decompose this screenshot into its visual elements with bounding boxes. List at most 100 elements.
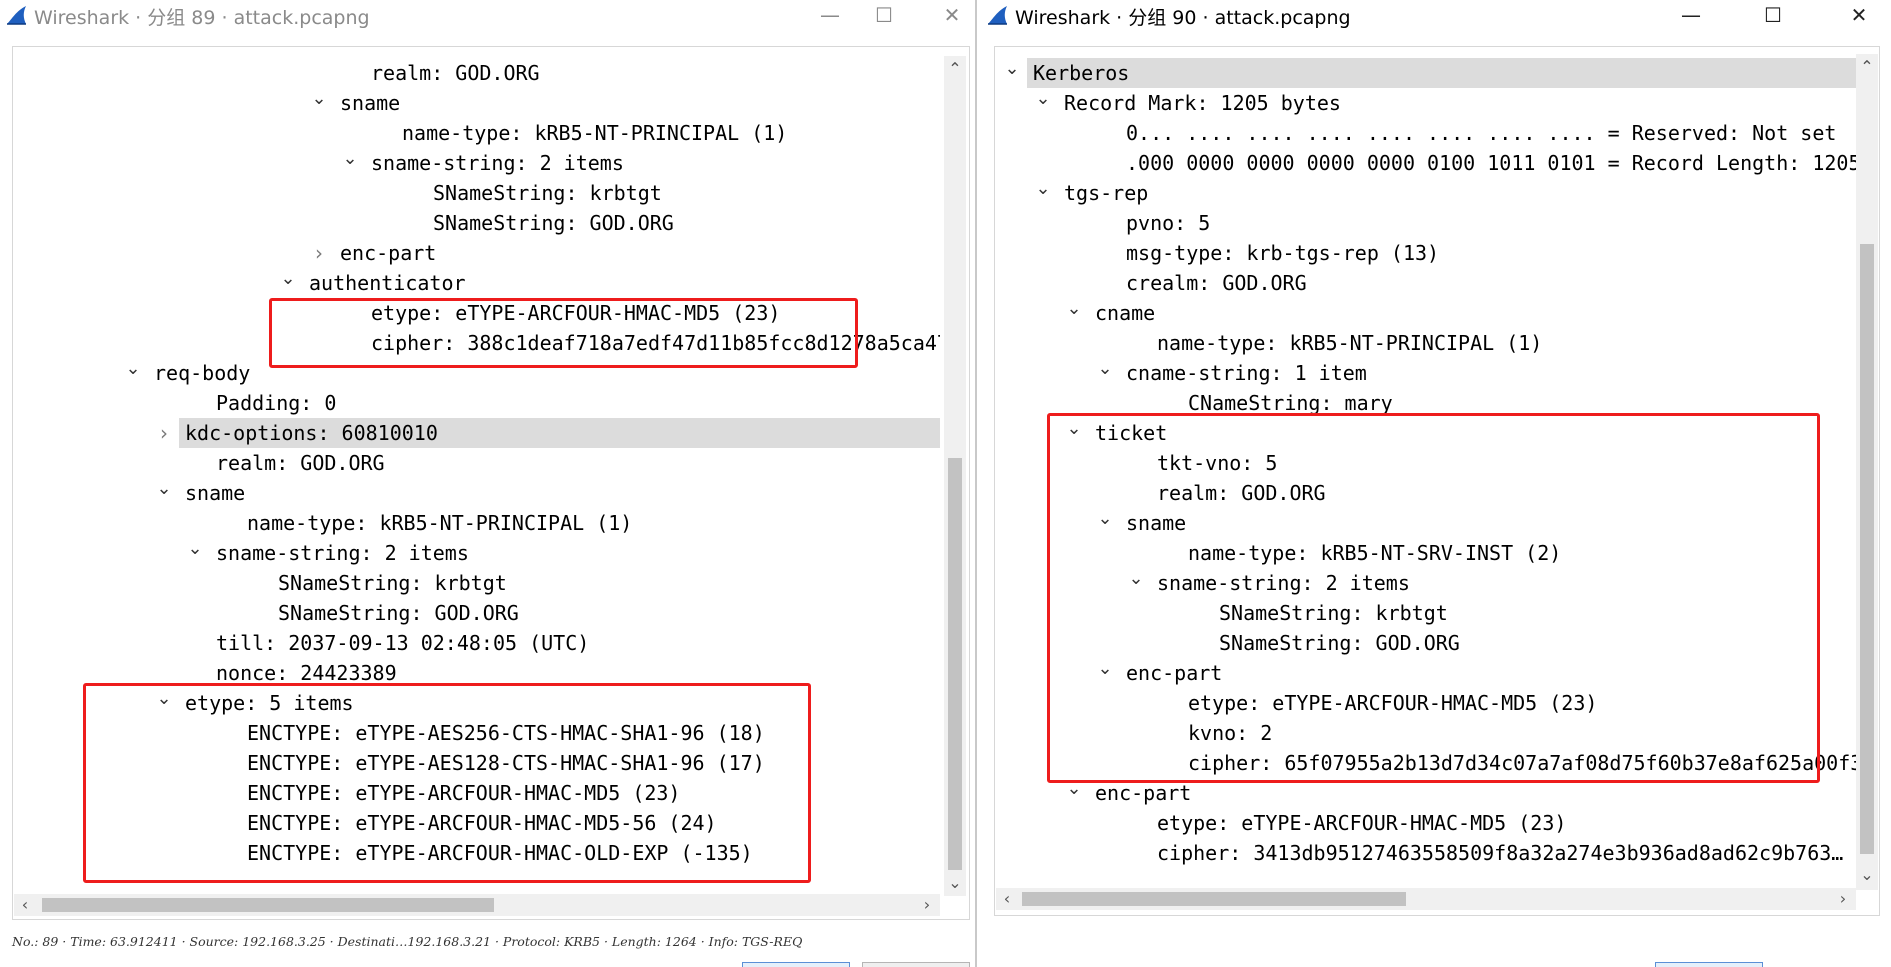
tree-row[interactable]: crealm: GOD.ORG <box>996 268 1856 298</box>
scroll-up-icon[interactable]: ⌃ <box>944 58 966 80</box>
tree-row[interactable]: ENCTYPE: eTYPE-ARCFOUR-HMAC-MD5-56 (24) <box>14 808 940 838</box>
tree-row[interactable]: SNameString: GOD.ORG <box>996 628 1856 658</box>
vertical-scroll-thumb[interactable] <box>948 458 962 870</box>
maximize-button[interactable]: ☐ <box>1751 2 1795 28</box>
chevron-down-icon[interactable]: ⌄ <box>1095 358 1115 388</box>
minimize-button[interactable]: — <box>808 2 852 28</box>
packet-details-tree[interactable]: realm: GOD.ORG ⌄ sname name-type: kRB5-NT-P… <box>14 48 940 894</box>
tree-row[interactable]: pvno: 5 <box>996 208 1856 238</box>
tree-row[interactable]: cipher: 388c1deaf718a7edf47d11b85fcc8d12… <box>14 328 940 358</box>
horizontal-scroll-thumb[interactable] <box>1022 892 1406 906</box>
tree-row[interactable]: ENCTYPE: eTYPE-AES256-CTS-HMAC-SHA1-96 (… <box>14 718 940 748</box>
scroll-left-icon[interactable]: ‹ <box>14 894 36 916</box>
tree-row[interactable]: ⌄ cname <box>996 298 1856 328</box>
tree-row[interactable]: etype: eTYPE-ARCFOUR-HMAC-MD5 (23) <box>996 808 1856 838</box>
chevron-down-icon[interactable]: ⌄ <box>1064 418 1084 448</box>
chevron-down-icon[interactable]: ⌄ <box>154 478 174 508</box>
tree-row[interactable]: 0... .... .... .... .... .... .... .... … <box>996 118 1856 148</box>
chevron-down-icon[interactable]: ⌄ <box>1095 658 1115 688</box>
chevron-down-icon[interactable]: ⌄ <box>1064 778 1084 808</box>
dialog-button-secondary[interactable] <box>862 962 970 967</box>
tree-row[interactable]: SNameString: krbtgt <box>14 178 940 208</box>
tree-row[interactable]: tkt-vno: 5 <box>996 448 1856 478</box>
horizontal-scrollbar[interactable]: ‹ › <box>14 894 940 916</box>
tree-row[interactable]: ⌄ sname-string: 2 items <box>996 568 1856 598</box>
vertical-scrollbar[interactable]: ⌃ ⌄ <box>1856 54 1878 890</box>
tree-row[interactable]: ⌄ etype: 5 items <box>14 688 940 718</box>
tree-row[interactable]: ENCTYPE: eTYPE-ARCFOUR-HMAC-MD5 (23) <box>14 778 940 808</box>
chevron-right-icon[interactable]: › <box>154 418 174 448</box>
tree-row[interactable]: ⌄ sname-string: 2 items <box>14 148 940 178</box>
maximize-button[interactable]: ☐ <box>862 2 906 28</box>
tree-row[interactable]: SNameString: GOD.ORG <box>14 598 940 628</box>
scroll-right-icon[interactable]: › <box>1832 888 1854 910</box>
minimize-button[interactable]: — <box>1669 2 1713 28</box>
vertical-scrollbar[interactable]: ⌃ ⌄ <box>944 56 966 896</box>
chevron-down-icon[interactable]: ⌄ <box>123 358 143 388</box>
tree-row[interactable]: ENCTYPE: eTYPE-ARCFOUR-HMAC-OLD-EXP (-13… <box>14 838 940 868</box>
packet-details-tree[interactable]: ⌄ Kerberos ⌄ Record Mark: 1205 bytes 0... ..… <box>996 48 1856 890</box>
tree-row[interactable]: Padding: 0 <box>14 388 940 418</box>
tree-row[interactable]: SNameString: krbtgt <box>996 598 1856 628</box>
tree-row[interactable]: etype: eTYPE-ARCFOUR-HMAC-MD5 (23) <box>996 688 1856 718</box>
chevron-down-icon[interactable]: ⌄ <box>340 148 360 178</box>
tree-row[interactable]: ⌄ sname <box>996 508 1856 538</box>
scroll-left-icon[interactable]: ‹ <box>996 888 1018 910</box>
tree-row[interactable]: realm: GOD.ORG <box>14 58 940 88</box>
chevron-down-icon[interactable]: ⌄ <box>1033 178 1053 208</box>
chevron-down-icon[interactable]: ⌄ <box>1095 508 1115 538</box>
chevron-down-icon[interactable]: ⌄ <box>1002 58 1022 88</box>
tree-row[interactable]: ⌄ enc-part <box>996 778 1856 808</box>
tree-row[interactable]: › enc-part <box>14 238 940 268</box>
tree-row[interactable]: nonce: 24423389 <box>14 658 940 688</box>
tree-row[interactable]: CNameString: mary <box>996 388 1856 418</box>
vertical-scroll-thumb[interactable] <box>1860 244 1874 854</box>
tree-row[interactable]: cipher: 65f07955a2b13d7d34c07a7af08d75f6… <box>996 748 1856 778</box>
tree-row[interactable]: name-type: kRB5-NT-PRINCIPAL (1) <box>14 508 940 538</box>
scroll-down-icon[interactable]: ⌄ <box>1856 864 1878 886</box>
tree-row[interactable]: ⌄ enc-part <box>996 658 1856 688</box>
tree-row[interactable]: name-type: kRB5-NT-PRINCIPAL (1) <box>996 328 1856 358</box>
tree-row[interactable]: name-type: kRB5-NT-PRINCIPAL (1) <box>14 118 940 148</box>
chevron-down-icon[interactable]: ⌄ <box>1126 568 1146 598</box>
chevron-down-icon[interactable]: ⌄ <box>1064 298 1084 328</box>
tree-row[interactable]: ⌄ Record Mark: 1205 bytes <box>996 88 1856 118</box>
dialog-button[interactable] <box>742 962 850 967</box>
scroll-up-icon[interactable]: ⌃ <box>1856 56 1878 78</box>
tree-row[interactable]: SNameString: GOD.ORG <box>14 208 940 238</box>
tree-row[interactable]: ⌄ tgs-rep <box>996 178 1856 208</box>
tree-row[interactable]: ⌄ ticket <box>996 418 1856 448</box>
tree-row[interactable]: realm: GOD.ORG <box>996 478 1856 508</box>
chevron-down-icon[interactable]: ⌄ <box>1033 88 1053 118</box>
horizontal-scroll-thumb[interactable] <box>42 898 494 912</box>
tree-row[interactable]: ⌄ Kerberos <box>1004 58 1856 88</box>
scroll-right-icon[interactable]: › <box>916 894 938 916</box>
chevron-down-icon[interactable]: ⌄ <box>154 688 174 718</box>
tree-row[interactable]: ⌄ req-body <box>14 358 940 388</box>
tree-row[interactable]: › kdc-options: 60810010 <box>160 418 940 448</box>
chevron-down-icon[interactable]: ⌄ <box>309 88 329 118</box>
scroll-down-icon[interactable]: ⌄ <box>944 872 966 894</box>
tree-row[interactable]: ⌄ cname-string: 1 item <box>996 358 1856 388</box>
titlebar[interactable]: Wireshark · 分组 89 · attack.pcapng — ☐ ✕ <box>0 0 976 30</box>
chevron-right-icon[interactable]: › <box>309 238 329 268</box>
tree-row[interactable]: SNameString: krbtgt <box>14 568 940 598</box>
tree-row[interactable]: ⌄ sname-string: 2 items <box>14 538 940 568</box>
tree-row[interactable]: .000 0000 0000 0000 0000 0100 1011 0101 … <box>996 148 1856 178</box>
tree-row[interactable]: etype: eTYPE-ARCFOUR-HMAC-MD5 (23) <box>14 298 940 328</box>
close-button[interactable]: ✕ <box>930 2 974 28</box>
tree-row[interactable]: ⌄ authenticator <box>14 268 940 298</box>
titlebar[interactable]: Wireshark · 分组 90 · attack.pcapng — ☐ ✕ <box>977 0 1891 30</box>
tree-row[interactable]: kvno: 2 <box>996 718 1856 748</box>
tree-row[interactable]: ENCTYPE: eTYPE-AES128-CTS-HMAC-SHA1-96 (… <box>14 748 940 778</box>
tree-row[interactable]: realm: GOD.ORG <box>14 448 940 478</box>
chevron-down-icon[interactable]: ⌄ <box>185 538 205 568</box>
tree-row[interactable]: cipher: 3413db95127463558509f8a32a274e3b… <box>996 838 1856 868</box>
tree-row[interactable]: msg-type: krb-tgs-rep (13) <box>996 238 1856 268</box>
tree-row[interactable]: ⌄ sname <box>14 478 940 508</box>
tree-row[interactable]: ⌄ sname <box>14 88 940 118</box>
dialog-button[interactable] <box>1655 962 1763 967</box>
horizontal-scrollbar[interactable]: ‹ › <box>996 888 1856 910</box>
chevron-down-icon[interactable]: ⌄ <box>278 268 298 298</box>
close-button[interactable]: ✕ <box>1837 2 1881 28</box>
